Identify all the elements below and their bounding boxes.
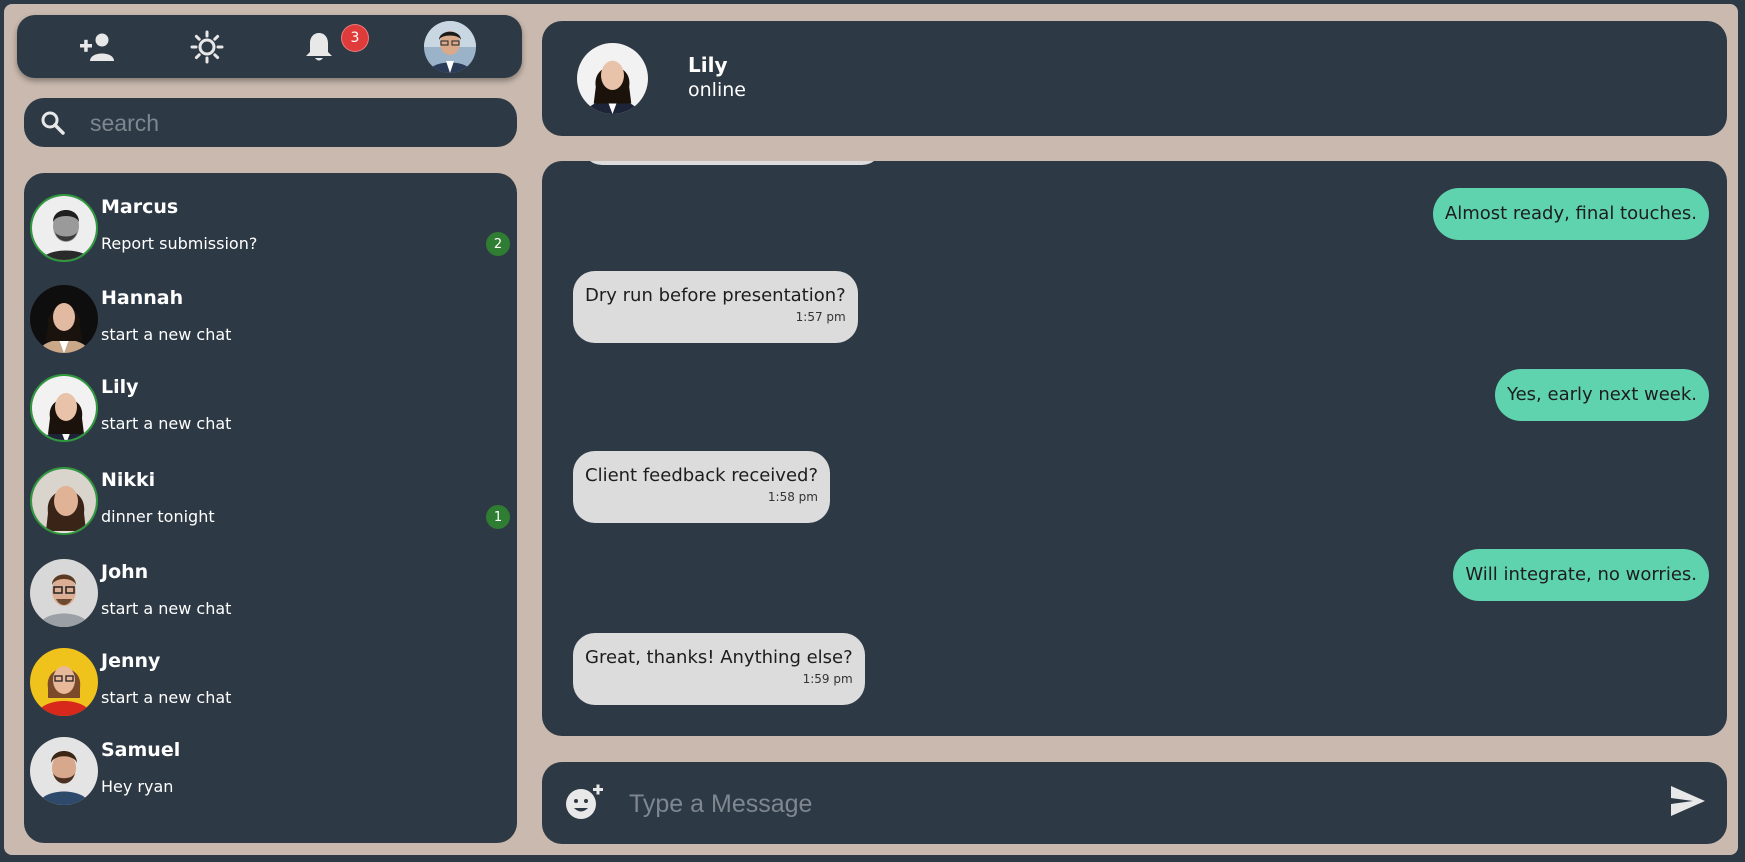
contact-name: Jenny [101,650,161,672]
chat-header: Lily online [542,21,1727,136]
message-text: Almost ready, final touches. [1444,203,1697,224]
message-text: Will integrate, no worries. [1465,564,1697,585]
search-icon [40,110,66,140]
brightness-icon[interactable] [187,29,227,65]
contact-avatar [30,559,98,627]
received-message: Client feedback received? 1:58 pm [573,451,830,523]
message-text: Great, thanks! Anything else? [585,647,853,668]
unread-badge: 2 [486,232,510,256]
sent-message: Almost ready, final touches. [1432,188,1709,240]
contact-avatar [30,737,98,805]
message-time: 1:57 pm [795,310,846,324]
contact-item-jenny[interactable]: Jenny start a new chat [30,648,510,720]
chat-app: 3 M [4,4,1738,855]
message-text: Yes, early next week. [1507,384,1697,405]
contact-item-samuel[interactable]: Samuel Hey ryan [30,737,510,809]
user-avatar[interactable] [424,21,476,73]
contact-last-message: start a new chat [101,599,232,618]
contact-avatar [30,374,98,442]
sent-message: Yes, early next week. [1495,369,1709,421]
contact-last-message: start a new chat [101,414,232,433]
unread-badge: 1 [486,505,510,529]
received-message: Great, thanks! Anything else? 1:59 pm [573,633,865,705]
contact-avatar [30,467,98,535]
contact-last-message: start a new chat [101,325,232,344]
contact-last-message: Report submission? [101,234,258,253]
contact-last-message: Hey ryan [101,777,174,796]
contact-item-john[interactable]: John start a new chat [30,559,510,631]
search-bar [24,98,517,147]
send-icon[interactable] [1669,784,1707,822]
contact-name: Samuel [101,739,181,761]
message-input[interactable] [627,782,1611,826]
message-text: Dry run before presentation? [585,285,846,306]
notification-badge: 3 [341,24,369,52]
contact-avatar [30,285,98,353]
partial-message-bubble [582,161,882,165]
message-composer [542,762,1727,844]
chat-contact-avatar[interactable] [577,43,648,114]
contact-name: Marcus [101,196,179,218]
contact-list: Marcus Report submission? 2 Hannah start… [24,173,517,843]
chat-contact-name: Lily [688,53,728,77]
contact-item-lily[interactable]: Lily start a new chat [30,374,510,446]
contact-item-marcus[interactable]: Marcus Report submission? 2 [30,194,510,266]
contact-last-message: start a new chat [101,688,232,707]
search-input[interactable] [88,106,502,141]
contact-avatar [30,194,98,262]
contact-item-hannah[interactable]: Hannah start a new chat [30,285,510,357]
add-user-icon[interactable] [77,29,117,65]
message-text: Client feedback received? [585,465,818,486]
contact-name: Hannah [101,287,184,309]
chat-contact-status: online [688,79,746,101]
contact-name: John [101,561,149,583]
sent-message: Will integrate, no worries. [1453,549,1709,601]
received-message: Dry run before presentation? 1:57 pm [573,271,858,343]
message-thread: Almost ready, final touches. Dry run bef… [542,161,1727,736]
bell-icon[interactable] [299,29,339,65]
contact-avatar [30,648,98,716]
contact-name: Nikki [101,469,156,491]
contact-name: Lily [101,376,139,398]
message-time: 1:59 pm [802,672,853,686]
contact-last-message: dinner tonight [101,507,215,526]
contact-item-nikki[interactable]: Nikki dinner tonight 1 [30,467,510,539]
add-emoji-icon[interactable] [564,782,604,826]
message-time: 1:58 pm [767,490,818,504]
top-bar: 3 [17,15,522,78]
